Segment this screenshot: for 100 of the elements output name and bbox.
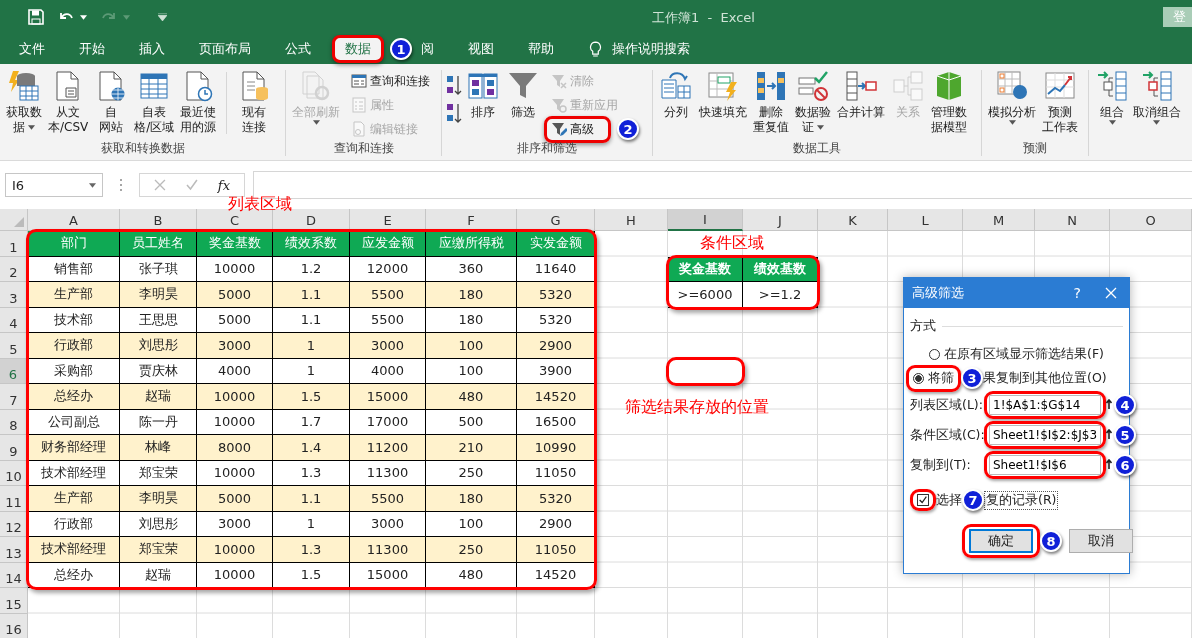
ribbon-button[interactable]: 高级 bbox=[544, 115, 611, 143]
ribbon-button[interactable]: 组合 bbox=[1093, 70, 1131, 125]
row-header[interactable]: 13 bbox=[0, 537, 28, 563]
sort-descending-button[interactable] bbox=[446, 102, 462, 124]
row-header[interactable]: 15 bbox=[0, 588, 28, 614]
table-cell: 100 bbox=[426, 358, 517, 384]
table-cell: 15000 bbox=[350, 384, 426, 410]
column-header[interactable]: G bbox=[517, 209, 595, 231]
row-header[interactable]: 1 bbox=[0, 231, 28, 257]
ribbon-button[interactable]: 管理数 据模型 bbox=[929, 70, 969, 135]
customize-toolbar-icon[interactable] bbox=[158, 13, 167, 21]
input-field[interactable]: Sheet1!$I$2:$J$3 bbox=[989, 425, 1101, 445]
table-header-cell: 实发金额 bbox=[517, 231, 595, 257]
ribbon-button[interactable]: 取消组合 bbox=[1133, 70, 1180, 125]
table-cell: 王思思 bbox=[120, 307, 197, 333]
collapse-icon[interactable] bbox=[1106, 399, 1112, 411]
annotation-label: 条件区域 bbox=[699, 232, 765, 255]
ribbon-button[interactable]: 删除 重复值 bbox=[751, 70, 791, 135]
column-header[interactable]: N bbox=[1035, 209, 1110, 231]
row-header[interactable]: 5 bbox=[0, 333, 28, 359]
sort-descending-icon bbox=[446, 102, 462, 124]
ribbon-button[interactable]: 合并计算 bbox=[835, 70, 887, 120]
table-cell: 行政部 bbox=[28, 333, 120, 359]
column-header[interactable]: M bbox=[963, 209, 1035, 231]
column-header[interactable]: O bbox=[1110, 209, 1192, 231]
column-header[interactable]: F bbox=[426, 209, 517, 231]
table-cell: 10000 bbox=[197, 537, 273, 563]
column-header[interactable]: H bbox=[595, 209, 668, 231]
menu-tab[interactable]: 帮助 bbox=[515, 35, 567, 63]
table-cell: 2900 bbox=[517, 333, 595, 359]
menu-tab[interactable]: 插入 bbox=[126, 35, 178, 63]
collapse-icon[interactable] bbox=[1106, 459, 1112, 471]
table-cell: 技术部 bbox=[28, 307, 120, 333]
column-header[interactable]: I bbox=[668, 209, 743, 231]
ribbon-button[interactable]: 自表 格/区域 bbox=[132, 70, 177, 135]
ribbon-button[interactable]: 模拟分析 bbox=[986, 70, 1038, 125]
menu-tab[interactable]: 开始 bbox=[66, 35, 118, 63]
input-field[interactable]: Sheet1!$I$6 bbox=[989, 455, 1101, 475]
link-document-icon bbox=[351, 121, 367, 137]
relationships-icon bbox=[892, 70, 924, 102]
sort-ascending-button[interactable] bbox=[446, 74, 462, 96]
menu-tab[interactable]: 页面布局 bbox=[186, 35, 264, 63]
table-cell: 500 bbox=[426, 409, 517, 435]
column-header[interactable]: E bbox=[350, 209, 426, 231]
ribbon-button[interactable]: 从文 本/CSV bbox=[46, 70, 91, 135]
section-label: 方式 bbox=[910, 317, 936, 335]
column-header[interactable]: L bbox=[888, 209, 963, 231]
table-cell: 采购部 bbox=[28, 358, 120, 384]
checkbox[interactable] bbox=[917, 494, 929, 506]
row-header[interactable]: 16 bbox=[0, 613, 28, 638]
ribbon-button[interactable]: 分列 bbox=[657, 70, 695, 120]
menu-tab[interactable]: 数据 bbox=[332, 35, 384, 63]
row-header[interactable]: 11 bbox=[0, 486, 28, 512]
table-cell: 1 bbox=[273, 511, 350, 537]
ribbon-button[interactable]: 筛选 bbox=[504, 70, 542, 120]
table-cell: 3000 bbox=[350, 511, 426, 537]
check-icon[interactable] bbox=[185, 179, 198, 191]
input-field[interactable]: 1!$A$1:$G$14 bbox=[989, 395, 1101, 415]
row-header[interactable]: 9 bbox=[0, 435, 28, 461]
column-header[interactable]: B bbox=[120, 209, 197, 231]
column-header[interactable]: K bbox=[818, 209, 888, 231]
column-header[interactable]: J bbox=[743, 209, 818, 231]
table-cell: 5500 bbox=[350, 282, 426, 308]
ribbon-button[interactable]: 获取数 据 bbox=[4, 70, 44, 135]
table-cell: 郑宝荣 bbox=[120, 537, 197, 563]
menu-tab[interactable]: 公式 bbox=[272, 35, 324, 63]
close-icon[interactable] bbox=[1105, 287, 1117, 299]
collapse-icon[interactable] bbox=[1106, 429, 1112, 441]
table-cell: 100 bbox=[426, 511, 517, 537]
menu-tab[interactable]: 文件 bbox=[6, 35, 58, 63]
ribbon-button[interactable]: 最近使 用的源 bbox=[178, 70, 219, 135]
table-cell: 17000 bbox=[350, 409, 426, 435]
ribbon-button[interactable]: 快速填充 bbox=[697, 70, 749, 120]
table-cell: 180 bbox=[426, 486, 517, 512]
table-cell: 刘思彤 bbox=[120, 333, 197, 359]
table-cell: 3000 bbox=[197, 511, 273, 537]
row-header[interactable]: 3 bbox=[0, 282, 28, 308]
menu-tab[interactable]: 视图 bbox=[455, 35, 507, 63]
group-label: 排序和筛选 bbox=[516, 140, 578, 156]
caret-icon[interactable] bbox=[80, 14, 87, 20]
table-cell: 11300 bbox=[350, 537, 426, 563]
dialog-button[interactable]: 确定 bbox=[969, 529, 1033, 553]
ribbon-button[interactable]: 数据验 证 bbox=[793, 70, 833, 135]
table-cell: 1.3 bbox=[273, 460, 350, 486]
radio-button[interactable] bbox=[913, 372, 924, 384]
ribbon-button[interactable]: 查询和连接 bbox=[344, 68, 437, 94]
help-button[interactable]: ? bbox=[1073, 285, 1081, 301]
insert-function-button[interactable]: fx bbox=[217, 177, 230, 193]
search-link[interactable]: 操作说明搜索 bbox=[612, 40, 690, 58]
row-header[interactable]: 7 bbox=[0, 384, 28, 410]
ribbon-button[interactable]: 排序 bbox=[464, 70, 502, 120]
ribbon-button[interactable]: 现有 连接 bbox=[235, 70, 274, 135]
name-box[interactable]: I6 bbox=[5, 173, 103, 197]
table-cell: 3000 bbox=[197, 333, 273, 359]
ribbon-button[interactable]: 自 网站 bbox=[92, 70, 131, 135]
column-header[interactable]: A bbox=[28, 209, 120, 231]
ribbon-button[interactable]: 预测 工作表 bbox=[1040, 70, 1080, 135]
save-icon[interactable] bbox=[28, 9, 44, 25]
table-header-cell: 奖金基数 bbox=[668, 256, 743, 282]
dialog-button[interactable]: 取消 bbox=[1069, 529, 1133, 553]
